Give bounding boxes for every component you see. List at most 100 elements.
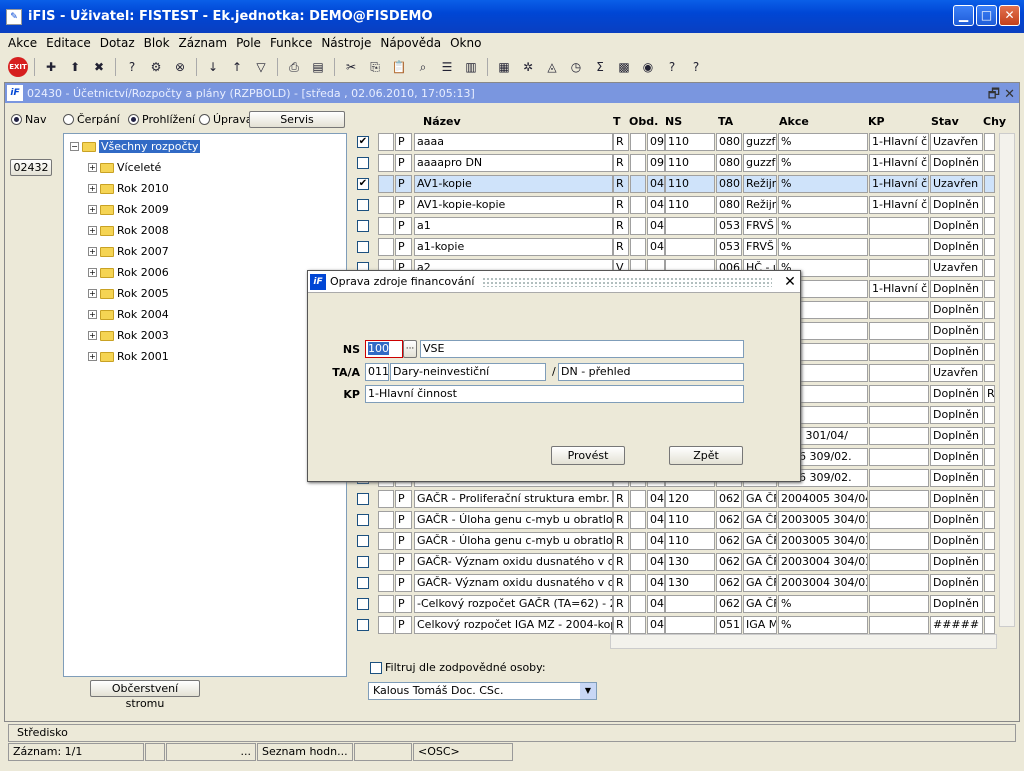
cell-ta[interactable]: 080	[716, 196, 742, 214]
menu-item-9[interactable]: Okno	[450, 36, 481, 50]
sort-asc-icon[interactable]: ↓	[203, 57, 223, 77]
column-header[interactable]: TA	[718, 115, 733, 128]
cell-chy[interactable]	[984, 259, 995, 277]
cell-kp[interactable]: 1-Hlavní čin	[869, 196, 929, 214]
table-row[interactable]: P AV1-kopie-kopie R 04 110 080 Režijn% 1-Hlavní…	[355, 196, 995, 215]
cell-kp[interactable]	[869, 322, 929, 340]
tree-node[interactable]: + Rok 2001	[88, 350, 169, 363]
cell-ta[interactable]: 062	[716, 553, 742, 571]
cell-chy[interactable]: Ro:	[984, 385, 995, 403]
row-checkbox[interactable]: ✔	[357, 178, 369, 190]
cell-stav[interactable]: Doplněn	[930, 385, 983, 403]
cell-chy[interactable]	[984, 175, 995, 193]
cell-kp[interactable]	[869, 490, 929, 508]
cell-akce2[interactable]: %	[778, 175, 868, 193]
cell-obd[interactable]: 04	[647, 175, 665, 193]
table-row[interactable]: ✔ PAV1-kopieR 04110080Režijn%1-Hlavní činU…	[355, 175, 995, 194]
cell-t[interactable]: R	[613, 217, 629, 235]
cell-p[interactable]: P	[395, 553, 412, 571]
cell-t[interactable]: R	[613, 154, 629, 172]
cell-chy[interactable]	[984, 490, 995, 508]
cell-chy[interactable]	[984, 238, 995, 256]
cell-ta[interactable]: 062	[716, 511, 742, 529]
cell-chy[interactable]	[984, 574, 995, 592]
cell-stav[interactable]: Doplněn	[930, 343, 983, 361]
cell-t[interactable]: R	[613, 133, 629, 151]
table-row[interactable]: P GAČR - Proliferační struktura embr. lec…	[355, 490, 995, 509]
row-checkbox[interactable]	[357, 619, 369, 631]
expand-icon[interactable]: +	[88, 268, 97, 277]
globe-icon[interactable]: ◉	[638, 57, 658, 77]
cell-stav[interactable]: Doplněn	[930, 490, 983, 508]
ns-name-field[interactable]: VSE	[420, 340, 744, 358]
cell-obd[interactable]: 09	[647, 133, 665, 151]
row-indicator[interactable]	[378, 154, 394, 172]
mode-cerpani[interactable]: Čerpání	[63, 113, 120, 126]
expand-icon[interactable]: +	[88, 163, 97, 172]
cell-chy[interactable]	[984, 133, 995, 151]
chevron-down-icon[interactable]: ▼	[580, 683, 596, 699]
cell-stav[interactable]: Doplněn	[930, 532, 983, 550]
cell-empty[interactable]	[630, 595, 646, 613]
cell-ns[interactable]	[665, 238, 715, 256]
cell-ta[interactable]: 062	[716, 490, 742, 508]
cell-stav[interactable]: Doplněn	[930, 154, 983, 172]
expand-icon[interactable]: +	[88, 205, 97, 214]
cell-ta[interactable]: 051	[716, 616, 742, 634]
cut-icon[interactable]: ✂	[341, 57, 361, 77]
cell-p[interactable]: P	[395, 532, 412, 550]
cell-kp[interactable]	[869, 469, 929, 487]
cell-chy[interactable]	[984, 280, 995, 298]
close-icon[interactable]: ✕	[780, 274, 800, 290]
menu-item-0[interactable]: Akce	[8, 36, 37, 50]
cell-empty[interactable]	[630, 175, 646, 193]
grid-horizontal-scrollbar[interactable]	[610, 634, 997, 649]
excel-icon[interactable]: ▩	[614, 57, 634, 77]
row-indicator[interactable]	[378, 574, 394, 592]
cell-ta[interactable]: 080	[716, 154, 742, 172]
cell-kp[interactable]	[869, 301, 929, 319]
cell-p[interactable]: P	[395, 154, 412, 172]
query-cancel-icon[interactable]: ⊗	[170, 57, 190, 77]
row-indicator[interactable]	[378, 595, 394, 613]
form-code-button[interactable]: 02432	[10, 159, 52, 176]
cell-nazev[interactable]: GAČR - Úloha genu c-myb u obratlovců	[414, 511, 613, 529]
row-indicator[interactable]	[378, 511, 394, 529]
cell-kp[interactable]: 1-Hlavní čin	[869, 154, 929, 172]
cell-akce2[interactable]: %	[778, 196, 868, 214]
cell-akce2[interactable]: 2003004 304/03/	[778, 553, 868, 571]
cell-stav[interactable]: Doplněn	[930, 448, 983, 466]
cell-kp[interactable]	[869, 406, 929, 424]
cell-akce1[interactable]: GA ČF	[743, 511, 777, 529]
tree-node[interactable]: + Víceleté	[88, 161, 161, 174]
cell-akce1[interactable]: GA ČF	[743, 574, 777, 592]
row-checkbox[interactable]	[357, 535, 369, 547]
row-indicator[interactable]	[378, 175, 394, 193]
cell-chy[interactable]	[984, 553, 995, 571]
cell-chy[interactable]	[984, 511, 995, 529]
cell-chy[interactable]	[984, 595, 995, 613]
cell-stav[interactable]: Doplněn	[930, 427, 983, 445]
cell-stav[interactable]: Doplněn	[930, 469, 983, 487]
minimize-button[interactable]: ▁	[953, 5, 974, 26]
column-header[interactable]: T	[613, 115, 621, 128]
cell-ns[interactable]: 110	[665, 154, 715, 172]
cell-empty[interactable]	[630, 154, 646, 172]
cell-ns[interactable]	[665, 595, 715, 613]
menu-item-6[interactable]: Funkce	[270, 36, 312, 50]
search-icon[interactable]: ⌕	[413, 57, 433, 77]
ns-field[interactable]: 100	[365, 340, 403, 358]
query-enter-icon[interactable]: ?	[122, 57, 142, 77]
cell-kp[interactable]	[869, 427, 929, 445]
grid-vertical-scrollbar[interactable]	[999, 133, 1015, 627]
cell-t[interactable]: R	[613, 574, 629, 592]
column-header[interactable]: NS	[665, 115, 682, 128]
sum-icon[interactable]: Σ	[590, 57, 610, 77]
cell-ta[interactable]: 062	[716, 595, 742, 613]
cell-akce2[interactable]: %	[778, 238, 868, 256]
column-header[interactable]: KP	[868, 115, 885, 128]
cell-p[interactable]: P	[395, 511, 412, 529]
cell-kp[interactable]	[869, 343, 929, 361]
calculator-icon[interactable]: ▦	[494, 57, 514, 77]
row-checkbox[interactable]	[357, 556, 369, 568]
